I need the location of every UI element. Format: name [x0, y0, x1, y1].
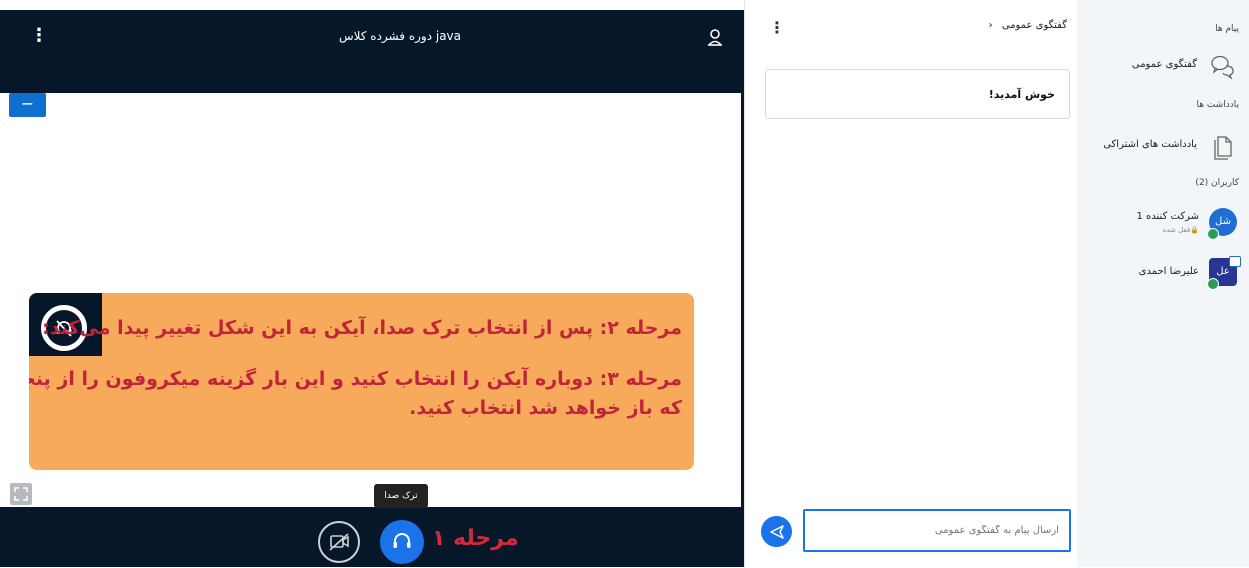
presenter-icon — [1229, 256, 1241, 267]
chat-bubbles-icon — [1209, 52, 1237, 80]
media-control-bar — [0, 507, 744, 567]
sidebar-item-label: گفتگوی عمومی — [1131, 59, 1197, 70]
presentation-area: ⋮ دوره فشرده کلاس java − مرحله ۲: پس از … — [0, 0, 744, 567]
chat-panel: ⋮ گفتگوی عمومی ‹ خوش آمدید! — [744, 0, 1077, 567]
meeting-title: دوره فشرده کلاس java — [338, 29, 462, 43]
options-menu-icon[interactable]: ⋮ — [30, 26, 48, 48]
headset-status-icon — [1207, 228, 1219, 240]
user-status: 🔒قفل شده — [1162, 226, 1199, 234]
sidebar-item-label: یادداشت های اشتراکی — [1103, 139, 1197, 150]
chat-options-icon[interactable]: ⋮ — [769, 18, 785, 37]
step-1-label: مرحله ۱ — [432, 526, 519, 551]
user-icon[interactable] — [704, 27, 726, 49]
instruction-step-2: مرحله ۲: پس از انتخاب ترک صدا، آیکن به ا… — [42, 317, 682, 339]
headset-status-icon — [1207, 278, 1219, 290]
lock-icon: 🔒 — [1190, 226, 1199, 234]
fullscreen-icon[interactable] — [10, 483, 32, 505]
welcome-text: خوش آمدید! — [988, 88, 1055, 101]
user-name: علیرضا احمدی — [1138, 266, 1199, 277]
chat-back-link[interactable]: گفتگوی عمومی ‹ — [989, 20, 1067, 31]
messages-heading: پیام ها — [1215, 24, 1239, 34]
document-icon — [1209, 132, 1237, 160]
welcome-message: خوش آمدید! — [765, 69, 1070, 119]
user-list-sidebar: پیام ها گفتگوی عمومی یادداشت ها یادداشت … — [1077, 0, 1249, 567]
notes-heading: یادداشت ها — [1196, 100, 1240, 110]
users-heading: کاربران (2) — [1195, 178, 1239, 188]
send-message-button[interactable] — [761, 516, 792, 547]
user-list-item[interactable]: عل علیرضا احمدی — [1077, 256, 1249, 296]
instruction-box: مرحله ۲: پس از انتخاب ترک صدا، آیکن به ا… — [29, 293, 694, 470]
presentation-top-bar: ⋮ دوره فشرده کلاس java — [0, 10, 744, 93]
sidebar-item-public-chat[interactable]: گفتگوی عمومی — [1077, 48, 1249, 84]
minimize-presentation-button[interactable]: − — [9, 93, 46, 117]
chevron-left-icon: ‹ — [988, 20, 993, 31]
chat-title: گفتگوی عمومی — [1001, 20, 1067, 31]
leave-audio-tooltip: ترک صدا — [374, 484, 428, 508]
user-name: شرکت کننده 1 — [1136, 211, 1200, 222]
user-list-item[interactable]: شل شرکت کننده 1 🔒قفل شده — [1077, 206, 1249, 246]
leave-audio-button[interactable] — [380, 520, 424, 564]
instruction-step-3-line-1: مرحله ۳: دوباره آیکن را انتخاب کنید و ای… — [29, 368, 682, 390]
sidebar-item-shared-notes[interactable]: یادداشت های اشتراکی — [1077, 128, 1249, 164]
instruction-step-3-line-2: که باز خواهد شد انتخاب کنید. — [409, 397, 682, 419]
share-webcam-button[interactable] — [318, 521, 360, 563]
chat-message-input[interactable] — [803, 509, 1071, 552]
